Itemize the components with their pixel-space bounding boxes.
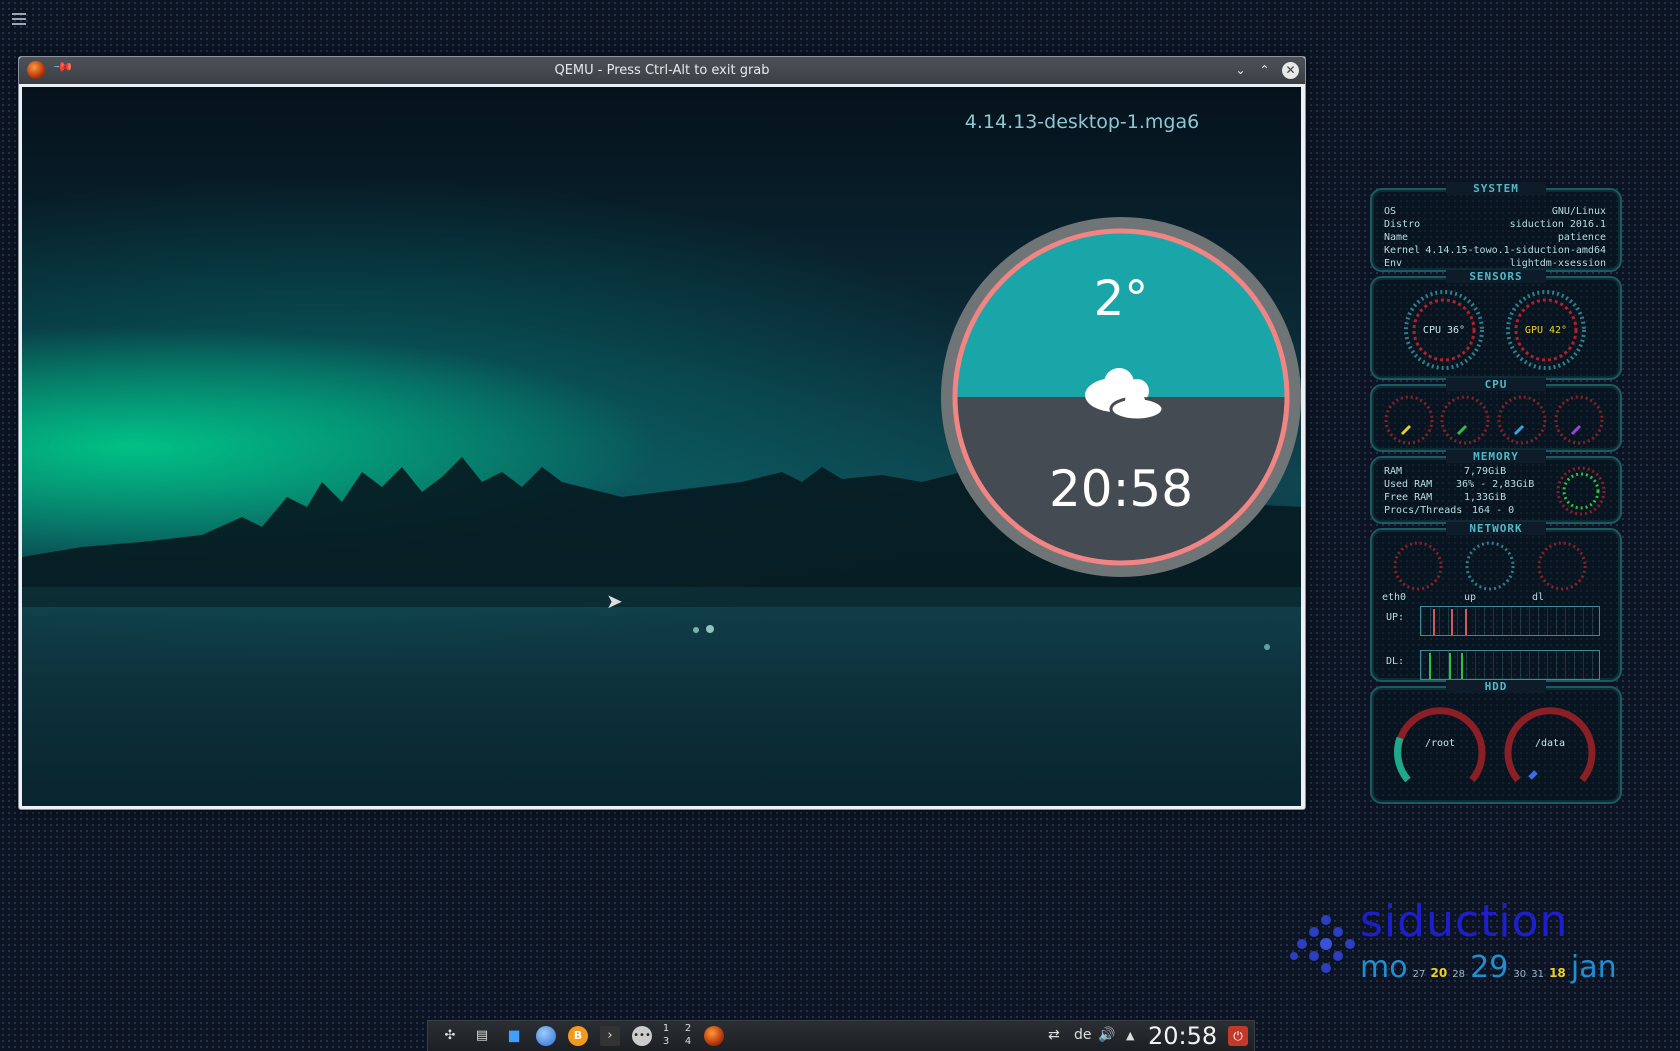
pager-desktop-1[interactable]: 1	[656, 1023, 676, 1034]
network-title: NETWORK	[1446, 522, 1546, 535]
mini-day-18: 18	[1549, 966, 1566, 980]
network-section: NETWORK eth0 up dl UP: DL:	[1370, 522, 1622, 682]
sensors-title: SENSORS	[1446, 270, 1546, 283]
download-graph	[1420, 650, 1600, 680]
window-title: QEMU - Press Ctrl-Alt to exit grab	[554, 63, 770, 78]
memory-section: MEMORY RAM 7,79GiB Used RAM 36% - 2,83GiB …	[1370, 450, 1622, 524]
application-menu-icon[interactable]: ✣	[440, 1026, 460, 1046]
mini-day-31: 31	[1531, 969, 1544, 980]
system-section: SYSTEM OS GNU/Linux Distro siduction 2016.…	[1370, 182, 1622, 272]
cpu-temp-label: CPU 36°	[1422, 325, 1466, 336]
sensors-section: SENSORS CPU 36° GPU 42°	[1370, 270, 1622, 380]
pager-desktop-4[interactable]: 4	[678, 1036, 698, 1047]
upload-graph	[1420, 606, 1600, 636]
network-dl-label: dl	[1532, 592, 1545, 603]
network-icon[interactable]: ⇄	[1048, 1027, 1060, 1043]
mini-day-27: 27	[1412, 969, 1426, 980]
upload-label: UP:	[1386, 612, 1405, 623]
cloud-icon	[1085, 368, 1165, 422]
task-manager-icon[interactable]: ▤	[472, 1026, 492, 1046]
volume-icon[interactable]: 🔊	[1098, 1027, 1115, 1043]
memory-title: MEMORY	[1446, 450, 1546, 463]
mouse-cursor-icon: ➤	[606, 589, 623, 613]
taskbar: ✣ ▤ ▆ B › ••• 1 2 3 4 ⇄ de 🔊 ▲ 20:58 ⏻	[427, 1020, 1255, 1051]
mini-day-30: 30	[1513, 969, 1527, 980]
data-disk-label: /data	[1534, 738, 1566, 749]
memory-row-procs: Procs/Threads 164 - 0	[1384, 505, 1515, 516]
root-disk-label: /root	[1424, 738, 1456, 749]
more-icon[interactable]: •••	[632, 1026, 652, 1046]
siduction-logo-widget: siduction mo 27 20 28 29 30 31 18 jan	[1288, 896, 1618, 990]
browser-icon[interactable]	[536, 1026, 556, 1046]
cpu-section: CPU	[1370, 378, 1622, 452]
weather-time: 20:58	[1048, 460, 1194, 518]
vm-display[interactable]: ➤ 4.14.13-desktop-1.mga6 2° 20:58	[22, 87, 1301, 806]
memory-usage-gauge	[1556, 466, 1606, 516]
chevron-down-icon[interactable]: ⌄	[1232, 62, 1249, 79]
pager-desktop-3[interactable]: 3	[656, 1036, 676, 1047]
arrow-up-icon[interactable]: ▲	[1126, 1029, 1134, 1042]
day-number: 29	[1470, 950, 1509, 985]
cpu-core-gauges	[1384, 395, 1604, 445]
date-display: mo 27 20 28 29 30 31 18 jan	[1360, 950, 1617, 986]
window-titlebar[interactable]: 📌 QEMU - Press Ctrl-Alt to exit grab ⌄ ⌃…	[19, 56, 1305, 84]
virtual-desktop-pager[interactable]: 1 2 3 4	[654, 1023, 700, 1049]
mini-day-20: 20	[1430, 966, 1448, 980]
network-gauges	[1393, 541, 1587, 591]
terminal-icon[interactable]: ›	[600, 1026, 620, 1046]
memory-row-ram: RAM 7,79GiB	[1384, 466, 1507, 477]
weather-clock-widget: 2° 20:58	[939, 215, 1301, 579]
network-iface: eth0	[1382, 592, 1407, 603]
kernel-version-label: 4.14.13-desktop-1.mga6	[964, 111, 1200, 133]
system-title: SYSTEM	[1446, 182, 1546, 195]
month-name: jan	[1570, 950, 1617, 985]
memory-row-free: Free RAM 1,33GiB	[1384, 492, 1507, 503]
siduction-dots-icon	[1290, 915, 1355, 973]
mini-day-28: 28	[1452, 969, 1466, 980]
pager-desktop-2[interactable]: 2	[678, 1023, 698, 1034]
close-icon[interactable]: ✕	[1282, 62, 1299, 79]
cpu-title: CPU	[1446, 378, 1546, 391]
qemu-window: 📌 QEMU - Press Ctrl-Alt to exit grab ⌄ ⌃…	[18, 56, 1306, 810]
fog-layer	[22, 587, 1301, 806]
bitcoin-icon[interactable]: B	[568, 1026, 588, 1046]
hdd-title: HDD	[1446, 680, 1546, 693]
qemu-task-icon[interactable]	[704, 1026, 724, 1046]
file-manager-icon[interactable]: ▆	[504, 1026, 524, 1046]
keyboard-layout[interactable]: de	[1074, 1027, 1092, 1043]
temperature: 2°	[1093, 271, 1149, 327]
hamburger-icon[interactable]	[12, 13, 26, 25]
memory-row-used: Used RAM 36% - 2,83GiB	[1384, 479, 1535, 490]
gpu-temp-label: GPU 42°	[1524, 325, 1568, 336]
power-icon[interactable]: ⏻	[1228, 1026, 1248, 1046]
hdd-section: HDD /root /data	[1370, 680, 1622, 804]
siduction-brand: siduction	[1360, 896, 1569, 947]
download-label: DL:	[1386, 656, 1405, 667]
chevron-up-icon[interactable]: ⌃	[1256, 62, 1273, 79]
day-name: mo	[1360, 950, 1408, 985]
taskbar-clock[interactable]: 20:58	[1148, 1022, 1217, 1050]
conky-system-monitor: SYSTEM OS GNU/Linux Distro siduction 2016.…	[1370, 182, 1622, 806]
network-up-label: up	[1464, 592, 1477, 603]
